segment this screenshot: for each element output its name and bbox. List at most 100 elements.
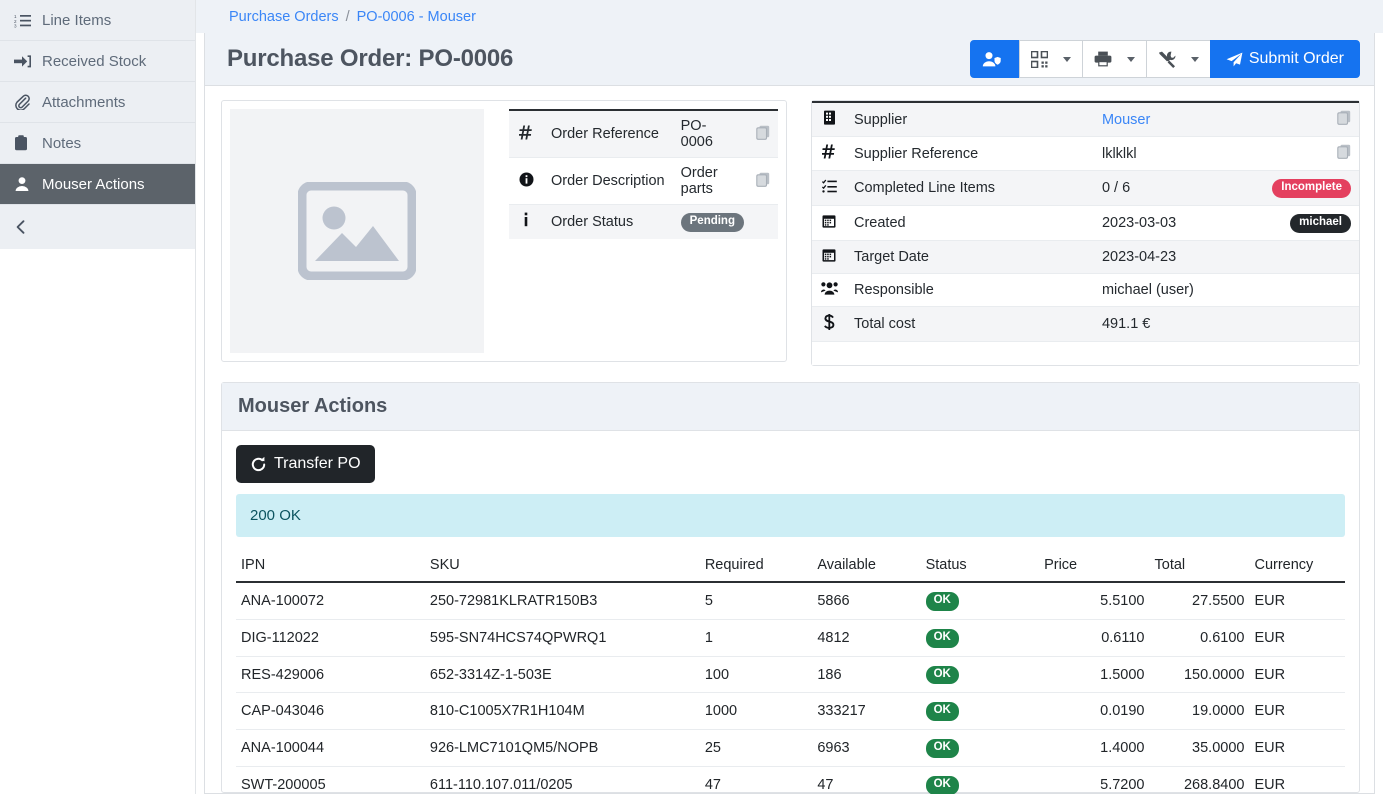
detail-label: Responsible	[846, 273, 1094, 306]
cell-status: OK	[921, 730, 1040, 767]
submit-order-button[interactable]: Submit Order	[1210, 40, 1360, 78]
chevron-down-icon	[1191, 57, 1199, 62]
image-placeholder-icon	[298, 182, 416, 280]
detail-value: 2023-04-23	[1094, 240, 1264, 273]
mouser-actions-panel: Mouser Actions Transfer PO 200 OK	[221, 382, 1360, 793]
breadcrumb-link-current[interactable]: PO-0006 - Mouser	[357, 9, 476, 25]
table-body: ANA-100072 250-72981KLRATR150B3 5 5866 O…	[236, 582, 1345, 794]
detail-row-order-reference: Order Reference PO-0006	[509, 110, 778, 158]
status-badge-ok: OK	[926, 592, 959, 611]
breadcrumb-link-purchase-orders[interactable]: Purchase Orders	[229, 9, 339, 25]
users-icon	[812, 273, 846, 306]
cell-currency: EUR	[1249, 730, 1345, 767]
copy-icon[interactable]	[756, 175, 770, 191]
sidebar-item-notes[interactable]: Notes	[0, 123, 195, 164]
detail-label: Order Description	[543, 158, 673, 205]
detail-row-spacer	[812, 341, 1359, 365]
copy-icon[interactable]	[1337, 147, 1351, 163]
detail-row-order-status: Order Status Pending	[509, 205, 778, 239]
cell-currency: EUR	[1249, 619, 1345, 656]
user-shield-icon	[982, 51, 1002, 67]
detail-value: Order parts	[673, 158, 740, 205]
cell-price: 1.4000	[1039, 730, 1149, 767]
print-actions-button[interactable]	[1082, 40, 1147, 78]
page-title: Purchase Order: PO-0006	[227, 45, 970, 73]
cell-price: 1.5000	[1039, 656, 1149, 693]
printer-icon	[1094, 51, 1112, 67]
detail-row-target-date: Target Date 2023-04-23	[812, 240, 1359, 273]
supplier-contact-button[interactable]	[970, 40, 1020, 78]
tasks-icon	[812, 171, 846, 206]
sidebar-item-attachments[interactable]: Attachments	[0, 82, 195, 123]
sidebar-item-label: Line Items	[42, 12, 111, 29]
detail-label: Created	[846, 205, 1094, 240]
cell-price: 5.7200	[1039, 767, 1149, 794]
cell-ipn: CAP-043046	[236, 693, 425, 730]
cell-total: 27.5500	[1150, 582, 1250, 619]
order-thumbnail[interactable]	[230, 109, 484, 353]
cell-status: OK	[921, 619, 1040, 656]
cell-currency: EUR	[1249, 582, 1345, 619]
cell-sku: 611-110.107.011/0205	[425, 767, 700, 794]
cell-total: 150.0000	[1150, 656, 1250, 693]
tools-icon	[1158, 51, 1176, 68]
column-header-ipn: IPN	[236, 551, 425, 582]
detail-row-order-description: Order Description Order parts	[509, 158, 778, 205]
sidebar: 1 2 3 Line Items	[0, 0, 195, 794]
detail-label: Order Reference	[543, 110, 673, 158]
cell-sku: 595-SN74HCS74QPWRQ1	[425, 619, 700, 656]
building-icon	[812, 102, 846, 137]
cell-ipn: ANA-100044	[236, 730, 425, 767]
detail-row-supplier: Supplier Mouser	[812, 102, 1359, 137]
barcode-actions-button[interactable]	[1019, 40, 1083, 78]
info-icon	[509, 205, 543, 239]
sidebar-item-received-stock[interactable]: Received Stock	[0, 41, 195, 82]
column-header-sku: SKU	[425, 551, 700, 582]
cell-total: 19.0000	[1150, 693, 1250, 730]
status-badge-ok: OK	[926, 739, 959, 758]
sidebar-collapse-toggle[interactable]	[0, 205, 195, 249]
sidebar-item-label: Notes	[42, 135, 81, 152]
cell-required: 47	[700, 767, 813, 794]
column-header-required: Required	[700, 551, 813, 582]
cell-ipn: RES-429006	[236, 656, 425, 693]
dollar-icon	[812, 306, 846, 341]
cell-currency: EUR	[1249, 693, 1345, 730]
transfer-po-button[interactable]: Transfer PO	[236, 445, 375, 483]
sidebar-item-mouser-actions[interactable]: Mouser Actions	[0, 164, 195, 205]
order-overview-panel: Order Reference PO-0006	[221, 100, 787, 362]
cell-required: 1000	[700, 693, 813, 730]
cell-currency: EUR	[1249, 656, 1345, 693]
supplier-link[interactable]: Mouser	[1102, 112, 1150, 128]
table-row: DIG-112022 595-SN74HCS74QPWRQ1 1 4812 OK…	[236, 619, 1345, 656]
status-badge-ok: OK	[926, 666, 959, 685]
cell-total: 268.8400	[1150, 767, 1250, 794]
transfer-po-label: Transfer PO	[274, 455, 361, 473]
content-frame: Purchase Order: PO-0006	[204, 33, 1375, 794]
calendar-icon	[812, 240, 846, 273]
detail-value: 2023-03-03	[1094, 205, 1264, 240]
status-badge-ok: OK	[926, 702, 959, 721]
cell-sku: 652-3314Z-1-503E	[425, 656, 700, 693]
order-detail-table: Order Reference PO-0006	[509, 109, 778, 353]
order-actions-button[interactable]	[1146, 40, 1211, 78]
detail-value: michael (user)	[1094, 273, 1264, 306]
cell-total: 0.6100	[1150, 619, 1250, 656]
copy-icon[interactable]	[1337, 113, 1351, 129]
sidebar-item-label: Attachments	[42, 94, 125, 111]
detail-label: Completed Line Items	[846, 171, 1094, 206]
copy-icon[interactable]	[756, 128, 770, 144]
detail-value: 491.1 €	[1094, 306, 1264, 341]
clipboard-icon	[14, 135, 42, 151]
cell-total: 35.0000	[1150, 730, 1250, 767]
detail-label: Supplier Reference	[846, 137, 1094, 171]
cell-available: 6963	[812, 730, 920, 767]
created-by-badge: michael	[1290, 214, 1351, 233]
table-header-row: IPN SKU Required Available Status Price …	[236, 551, 1345, 582]
detail-value: 0 / 6	[1094, 171, 1264, 206]
detail-label: Total cost	[846, 306, 1094, 341]
breadcrumb-separator: /	[346, 9, 350, 25]
cell-required: 1	[700, 619, 813, 656]
sidebar-item-line-items[interactable]: 1 2 3 Line Items	[0, 0, 195, 41]
detail-row-supplier-reference: Supplier Reference lklklkl	[812, 137, 1359, 171]
